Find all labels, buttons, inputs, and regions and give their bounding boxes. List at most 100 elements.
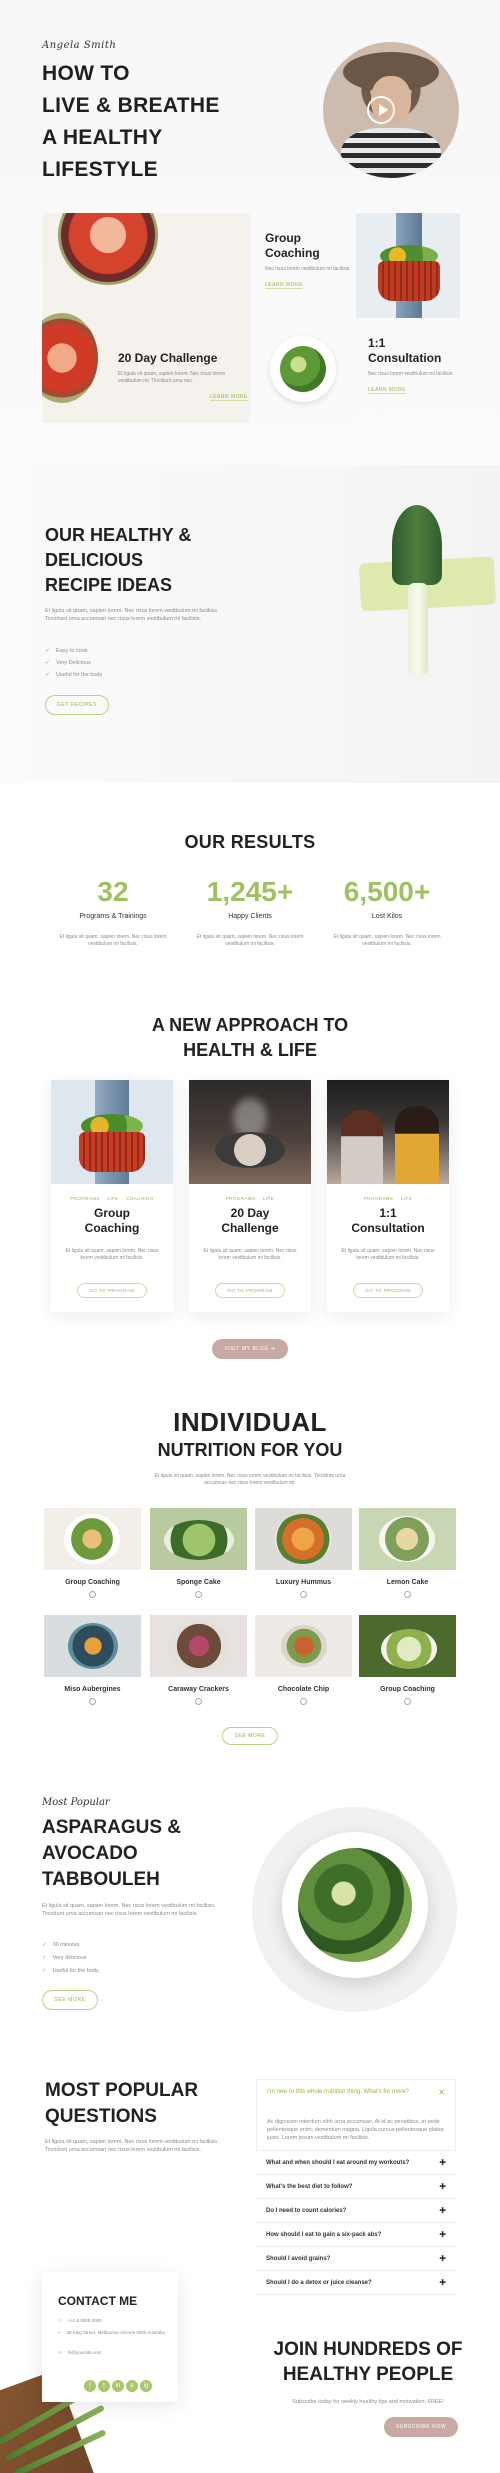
- plus-icon[interactable]: ✚: [439, 2271, 446, 2295]
- card-text: Et ligula sit quam, sapien lorem. Nec ri…: [65, 1248, 159, 1261]
- plus-icon[interactable]: ✚: [439, 2247, 446, 2271]
- twitter-icon[interactable]: t: [98, 2380, 110, 2392]
- faq-item-open[interactable]: I'm new to this whole nutrition thing. W…: [256, 2079, 456, 2151]
- plus-icon[interactable]: ✚: [439, 2175, 446, 2199]
- contact-phone[interactable]: ✆ +41 6 8808 0000: [58, 2318, 168, 2324]
- leek-stem-image: [408, 583, 428, 675]
- faq-question: What and when should I eat around my wor…: [266, 2160, 410, 2166]
- tag-link[interactable]: LIFE: [263, 1196, 274, 1201]
- pinterest-icon[interactable]: p: [126, 2380, 138, 2392]
- plus-icon[interactable]: ✚: [439, 2223, 446, 2247]
- challenge-card[interactable]: 20 Day Challenge Et ligula sit quam, sap…: [42, 213, 250, 423]
- recipe-select-dot[interactable]: [404, 1698, 411, 1705]
- recipe-card[interactable]: Sponge Cake: [150, 1508, 247, 1598]
- facebook-icon[interactable]: f: [84, 2380, 96, 2392]
- contact-email[interactable]: ✉ hi@yoursite.com: [58, 2350, 168, 2356]
- list-item-label: Useful for the body: [56, 672, 103, 678]
- recipe-select-dot[interactable]: [300, 1591, 307, 1598]
- recipe-select-dot[interactable]: [300, 1698, 307, 1705]
- close-icon[interactable]: ✕: [438, 2088, 445, 2097]
- see-more-button[interactable]: SEE MORE: [42, 1990, 98, 2010]
- play-icon[interactable]: [367, 96, 395, 124]
- tag-link[interactable]: PROGRAMS: [70, 1196, 99, 1201]
- dish-shape: [164, 1520, 234, 1560]
- plus-icon[interactable]: ✚: [439, 2151, 446, 2175]
- challenge-learn-more-link[interactable]: LEARN MORE: [209, 394, 248, 401]
- tag-link[interactable]: LIFE: [401, 1196, 412, 1201]
- contact-address: ⌖ 38 King Street, Melbourne Victoria 3000…: [58, 2330, 168, 2336]
- go-to-program-button[interactable]: GO TO PROGRAM: [215, 1283, 285, 1298]
- stat-number: 6,500+: [343, 876, 431, 907]
- visit-blog-button[interactable]: VISIT MY BLOG ➔: [212, 1339, 288, 1359]
- dish-shape: [68, 1623, 118, 1669]
- stat-label: Lost Kilos: [371, 913, 403, 920]
- recipe-card[interactable]: Luxury Hummus: [255, 1508, 352, 1598]
- program-card-consultation[interactable]: PROGRAMS LIFE 1:1 Consultation Et ligula…: [327, 1080, 449, 1312]
- recipes-title-line: OUR HEALTHY &: [45, 525, 192, 545]
- recipe-card[interactable]: Miso Aubergines: [44, 1615, 141, 1705]
- program-card-group-coaching[interactable]: PROGRAMS LIFE COACHING Group Coaching Et…: [51, 1080, 173, 1312]
- person-shape: [395, 1106, 439, 1184]
- join-text: Subscribe today for weekly healthy tips …: [292, 2399, 444, 2405]
- consultation-title-line: 1:1: [368, 336, 386, 350]
- program-card-20-day-challenge[interactable]: PROGRAMS LIFE 20 Day Challenge Et ligula…: [189, 1080, 311, 1312]
- salad-image: [250, 318, 356, 423]
- recipe-card[interactable]: Chocolate Chip: [255, 1615, 352, 1705]
- recipe-select-dot[interactable]: [89, 1698, 96, 1705]
- faq-item[interactable]: Do I need to count calories? ✚: [256, 2199, 456, 2223]
- subscribe-button[interactable]: SUBSCRIBE NOW: [384, 2417, 458, 2437]
- check-icon: ✓: [42, 1968, 47, 1974]
- group-coaching-card[interactable]: Group Coaching Nec risus lorem vestibulu…: [265, 231, 355, 291]
- recipes-title-line: DELICIOUS: [45, 550, 144, 570]
- tag-link[interactable]: PROGRAMS: [226, 1196, 255, 1201]
- recipe-select-dot[interactable]: [195, 1591, 202, 1598]
- dish-shape: [275, 1514, 331, 1564]
- recipe-name: Caraway Crackers: [168, 1686, 229, 1693]
- recipe-card[interactable]: Group Coaching: [44, 1508, 141, 1598]
- tag-link[interactable]: PROGRAMS: [364, 1196, 393, 1201]
- instagram-icon[interactable]: ig: [140, 2380, 152, 2392]
- recipes-title-line: RECIPE IDEAS: [45, 575, 173, 595]
- recipe-select-dot[interactable]: [195, 1698, 202, 1705]
- card-title: 20 Day Challenge: [189, 1206, 311, 1236]
- card-title-line: Consultation: [351, 1221, 425, 1235]
- linkedin-icon[interactable]: in: [112, 2380, 124, 2392]
- group-learn-more-link[interactable]: LEARN MORE: [265, 282, 304, 289]
- recipe-select-dot[interactable]: [404, 1591, 411, 1598]
- check-icon: ✓: [42, 1942, 47, 1948]
- plus-icon[interactable]: ✚: [439, 2199, 446, 2223]
- recipe-select-dot[interactable]: [89, 1591, 96, 1598]
- stat-number: 1,245+: [206, 876, 294, 907]
- contact-email-text: hi@yoursite.com: [67, 2350, 102, 2355]
- consultation-learn-more-link[interactable]: LEARN MORE: [368, 387, 407, 394]
- group-coaching-title-line: Group: [265, 231, 301, 245]
- consultation-card[interactable]: 1:1 Consultation Nec risus lorem vestibu…: [368, 336, 458, 396]
- contact-title: CONTACT ME: [58, 2294, 138, 2308]
- go-to-program-button[interactable]: GO TO PROGRAM: [77, 1283, 147, 1298]
- hero-title-line: LIFESTYLE: [42, 158, 158, 181]
- faq-item[interactable]: How should I eat to gain a six-pack abs?…: [256, 2223, 456, 2247]
- recipe-image: [255, 1615, 352, 1677]
- card-title-line: Challenge: [221, 1221, 279, 1235]
- tag-link[interactable]: COACHING: [126, 1196, 153, 1201]
- see-more-recipes-button[interactable]: SEE MORE: [222, 1727, 278, 1745]
- get-recipes-button[interactable]: GET RECIPES: [45, 695, 109, 715]
- salad-image: [298, 1848, 412, 1962]
- faq-item[interactable]: What and when should I eat around my wor…: [256, 2151, 456, 2175]
- stat-label: Happy Clients: [228, 913, 272, 920]
- faq-item[interactable]: Should I do a detox or juice cleanse? ✚: [256, 2271, 456, 2295]
- hero-title-line: HOW TO: [42, 62, 130, 85]
- card-text: Et ligula sit quam, sapien lorem. Nec ri…: [341, 1248, 435, 1261]
- consultation-text: Nec risus lorem vestibulum mi facilisis.: [368, 371, 454, 377]
- list-item: ✓ Useful for the body: [42, 1965, 99, 1978]
- recipes-title: OUR HEALTHY & DELICIOUS RECIPE IDEAS: [45, 523, 275, 598]
- tag-link[interactable]: LIFE: [107, 1196, 118, 1201]
- basket-shape: [378, 261, 440, 301]
- go-to-program-button[interactable]: GO TO PROGRAM: [353, 1283, 423, 1298]
- recipe-card[interactable]: Lemon Cake: [359, 1508, 456, 1598]
- faq-item[interactable]: Should I avoid grains? ✚: [256, 2247, 456, 2271]
- recipe-card[interactable]: Group Coaching: [359, 1615, 456, 1705]
- faq-item[interactable]: What's the best diet to follow? ✚: [256, 2175, 456, 2199]
- hero-title-line: A HEALTHY: [42, 126, 163, 149]
- recipe-card[interactable]: Caraway Crackers: [150, 1615, 247, 1705]
